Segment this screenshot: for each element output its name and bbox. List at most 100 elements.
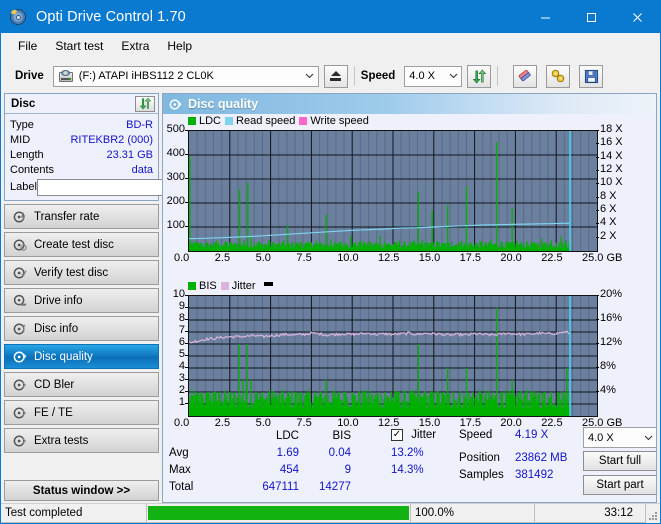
elapsed-time: 33:12 [535,504,646,523]
disc-transfer-icon [9,210,30,224]
sidebar-item-disc-quality[interactable]: Disc quality [4,344,159,369]
drive-select[interactable]: (F:) ATAPI iHBS112 2 CL0K [53,66,319,87]
disc-length-label: Length [10,149,44,161]
menu-help[interactable]: Help [158,35,201,57]
status-window-button[interactable]: Status window >> [4,480,159,501]
disc-properties: Type BD-R MID RITEKBR2 (000) Length 23.3… [5,114,158,200]
refresh-button[interactable] [467,65,491,88]
y2-tick [596,197,599,198]
menu-start-test[interactable]: Start test [46,35,112,57]
save-icon [584,69,599,84]
stats-ldc-max: 454 [251,464,299,476]
sidebar-item-create-test-disc[interactable]: Create test disc [4,232,159,257]
stats-position-label: Position [459,452,500,464]
legend-marker-black [264,282,273,286]
speed-select[interactable]: 4.0 X [404,66,462,87]
sidebar-label: Verify test disc [34,267,108,279]
y-tick-label: 10 [162,288,185,300]
y-tick-label: 100 [162,219,185,231]
content-header: Disc quality [163,94,656,114]
y-tick-label: 6 [162,336,185,348]
test-speed-value: 4.0 X [584,432,640,444]
sidebar-item-drive-info[interactable]: Drive info [4,288,159,313]
jitter-checkbox-wrap[interactable]: ✓ Jitter [391,429,436,441]
sidebar-item-disc-info[interactable]: Disc info [4,316,159,341]
jitter-label: Jitter [411,429,436,441]
y2-tick [596,295,599,296]
y2-tick-label: 20% [600,288,622,300]
cd-bler-icon [9,378,30,392]
y2-tick [596,210,599,211]
sidebar-item-cd-bler[interactable]: CD Bler [4,372,159,397]
sidebar-item-extra-tests[interactable]: Extra tests [4,428,159,453]
menu-file[interactable]: File [9,35,46,57]
y-tick-label: 7 [162,324,185,336]
sidebar-item-fe-te[interactable]: FE / TE [4,400,159,425]
speed-label: Speed [361,70,396,82]
minimize-icon[interactable] [522,1,568,33]
y2-tick-label: 4 X [600,216,617,228]
jitter-checkbox[interactable]: ✓ [391,429,403,441]
sidebar-item-verify-test-disc[interactable]: Verify test disc [4,260,159,285]
x-tick-label: 17.5 [460,252,481,264]
disc-panel-title: Disc [5,98,135,110]
start-full-button[interactable]: Start full [583,451,657,471]
y-tick [185,403,188,404]
legend-top: LDC Read speed Write speed [188,115,369,127]
close-icon[interactable] [614,1,660,33]
erase-button[interactable] [513,65,537,88]
y2-tick [596,183,599,184]
resize-grip[interactable] [646,504,660,523]
fe-te-icon [9,406,30,420]
stats-jitter-avg: 13.2% [391,447,424,459]
status-message: Test completed [1,504,147,523]
y-tick-label: 300 [162,171,185,183]
disc-verify-icon [9,266,30,280]
x-tick-label: 5.0 [256,252,271,264]
save-button[interactable] [579,65,603,88]
sidebar-label: CD Bler [34,379,74,391]
tools-button[interactable] [546,65,570,88]
chevron-down-icon [445,73,461,79]
disc-label-row: Label [10,178,153,196]
disc-type-value: BD-R [34,119,153,131]
stats-position-value: 23862 MB [515,452,567,464]
drive-label: Drive [15,70,44,82]
disc-mid-value: RITEKBR2 (000) [30,134,153,146]
sidebar-label: Create test disc [34,239,114,251]
legend-item-bis: BIS [188,280,217,292]
disc-quality-icon [9,350,30,364]
x-tick-label: 22.5 [541,252,562,264]
maximize-icon[interactable] [568,1,614,33]
tools-icon [550,68,566,84]
speed-select-value: 4.0 X [405,70,445,82]
disc-refresh-button[interactable] [135,96,155,112]
y2-tick-label: 10 X [600,176,623,188]
sidebar-label: Disc info [34,323,78,335]
x-tick-label: 12.5 [378,252,399,264]
y-tick [185,202,188,203]
y-tick [185,379,188,380]
disc-row-mid: MID RITEKBR2 (000) [10,132,153,147]
drive-select-value: (F:) ATAPI iHBS112 2 CL0K [79,70,214,82]
stats-header-ldc: LDC [251,430,299,442]
test-speed-select[interactable]: 4.0 X [583,427,657,448]
drive-icon [59,70,74,83]
disc-mid-label: MID [10,134,30,146]
plot-svg [189,131,597,251]
eject-button[interactable] [324,65,348,88]
legend-label: Jitter [232,280,256,292]
disc-type-label: Type [10,119,34,131]
eject-icon [331,71,341,76]
x-tick-label: 10.0 [337,252,358,264]
start-part-button[interactable]: Start part [583,475,657,495]
menu-extra[interactable]: Extra [112,35,158,57]
chevron-down-icon [302,73,318,79]
x-tick-label: 7.5 [296,252,311,264]
stats-bis-max: 9 [303,464,351,476]
drive-info-icon [9,294,30,308]
sidebar-item-transfer-rate[interactable]: Transfer rate [4,204,159,229]
y-tick [185,331,188,332]
y2-tick [596,130,599,131]
stats-bis-total: 14277 [297,481,351,493]
